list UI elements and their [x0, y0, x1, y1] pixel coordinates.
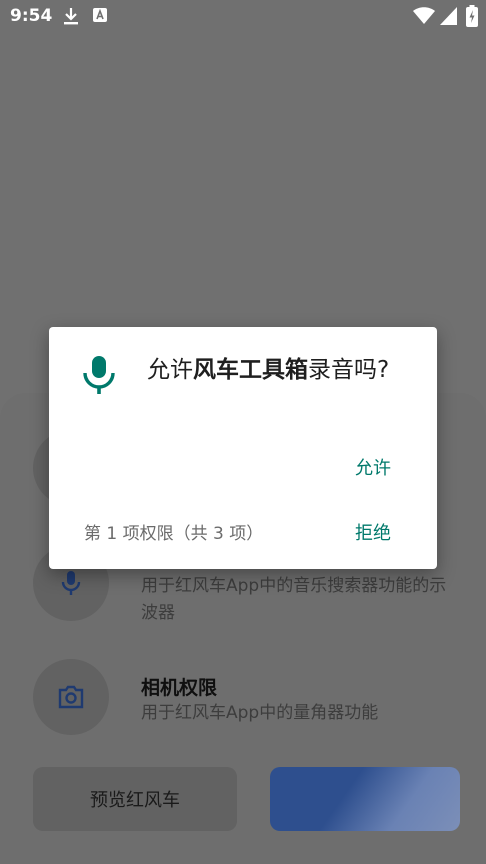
permission-description: 用于红风车App中的量角器功能	[141, 703, 379, 723]
preview-button[interactable]: 预览红风车	[33, 767, 237, 831]
allow-button[interactable]: 允许	[355, 454, 391, 480]
a-box-icon	[92, 6, 108, 28]
app-name: 风车工具箱	[193, 357, 308, 383]
deny-button[interactable]: 拒绝	[355, 519, 391, 545]
dialog-title: 允许风车工具箱录音吗?	[147, 357, 390, 383]
permission-description: 用于红风车App中的音乐搜索器功能的示波器	[141, 576, 447, 623]
permission-counter: 第 1 项权限（共 3 项）	[84, 524, 264, 544]
mic-icon	[83, 356, 115, 394]
download-icon	[62, 6, 80, 30]
primary-action-button[interactable]	[270, 767, 460, 831]
camera-permission-circle	[33, 659, 109, 735]
battery-charging-icon	[466, 5, 478, 31]
status-time: 9:54	[10, 6, 53, 26]
permission-title: 相机权限	[141, 677, 218, 699]
wifi-icon	[413, 7, 435, 29]
permission-dialog: 允许风车工具箱录音吗? 允许 第 1 项权限（共 3 项） 拒绝	[49, 327, 437, 569]
status-bar: 9:54	[0, 0, 486, 34]
mic-icon	[61, 571, 81, 595]
camera-icon	[58, 685, 84, 709]
signal-icon	[440, 7, 457, 29]
